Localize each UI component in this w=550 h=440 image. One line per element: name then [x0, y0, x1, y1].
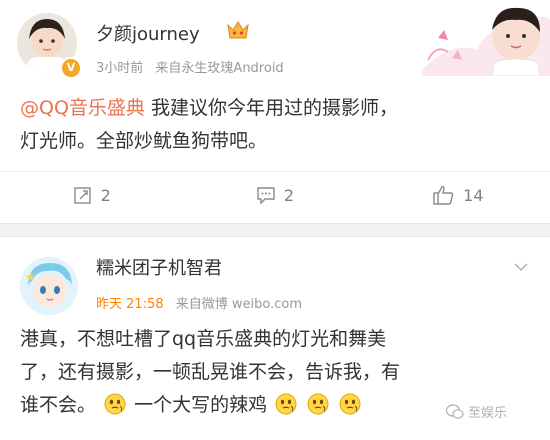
post-text: 谁不会。 — [20, 394, 97, 416]
doge-emoji-icon — [339, 393, 361, 415]
like-count: 14 — [463, 185, 484, 205]
doge-emoji-icon — [104, 393, 126, 415]
post-text: 一个大写的辣鸡 — [134, 394, 268, 416]
post-username[interactable]: 夕颜journey — [96, 20, 200, 46]
repost-button[interactable]: 2 — [0, 172, 183, 218]
post-source[interactable]: 来自永生玫瑰Android — [155, 61, 283, 76]
post-text: 灯光师。全部炒鱿鱼狗带吧。 — [20, 130, 268, 152]
repost-count: 2 — [100, 185, 111, 205]
post-time: 昨天 21:58 — [96, 297, 164, 312]
post-action-bar: 2 2 14 — [0, 171, 550, 218]
verified-v-icon: V — [60, 57, 82, 79]
post-text: 港真，不想吐槽了qq音乐盛典的灯光和舞美 — [20, 328, 387, 350]
thumbs-up-icon — [433, 186, 454, 205]
post-text: 我建议你今年用过的摄影师， — [144, 97, 398, 119]
wechat-icon — [446, 404, 464, 419]
post-meta: 3小时前 来自永生玫瑰Android — [96, 57, 284, 76]
mention-link[interactable]: @QQ音乐盛典 — [20, 97, 145, 119]
post-username[interactable]: 糯米团子机智君 — [96, 254, 222, 280]
doge-emoji-icon — [307, 393, 329, 415]
post-meta: 昨天 21:58 来自微博 weibo.com — [96, 293, 302, 312]
post-separator — [0, 223, 550, 237]
watermark-text: 至娱乐 — [468, 406, 508, 421]
chevron-down-icon[interactable] — [514, 260, 528, 274]
profile-decoration-image — [422, 7, 550, 76]
crown-badge-icon — [227, 21, 249, 39]
avatar[interactable] — [20, 257, 78, 315]
post-time: 3小时前 — [96, 61, 144, 76]
comment-count: 2 — [283, 185, 295, 205]
comment-icon — [257, 187, 275, 205]
watermark: 至娱乐 — [446, 402, 507, 421]
like-button[interactable]: 14 — [367, 172, 550, 218]
doge-emoji-icon — [275, 393, 297, 415]
post-source[interactable]: 来自微博 weibo.com — [176, 297, 302, 312]
post-content: @QQ音乐盛典 我建议你今年用过的摄影师， 灯光师。全部炒鱿鱼狗带吧。 — [20, 92, 530, 158]
weibo-post-1: V 夕颜journey 3小时前 来自永生玫瑰Android @QQ音乐盛典 我… — [0, 0, 550, 223]
post-text: 了，还有摄影，一顿乱晃谁不会，告诉我，有 — [20, 361, 401, 383]
repost-icon — [73, 187, 91, 204]
comment-button[interactable]: 2 — [183, 172, 366, 218]
